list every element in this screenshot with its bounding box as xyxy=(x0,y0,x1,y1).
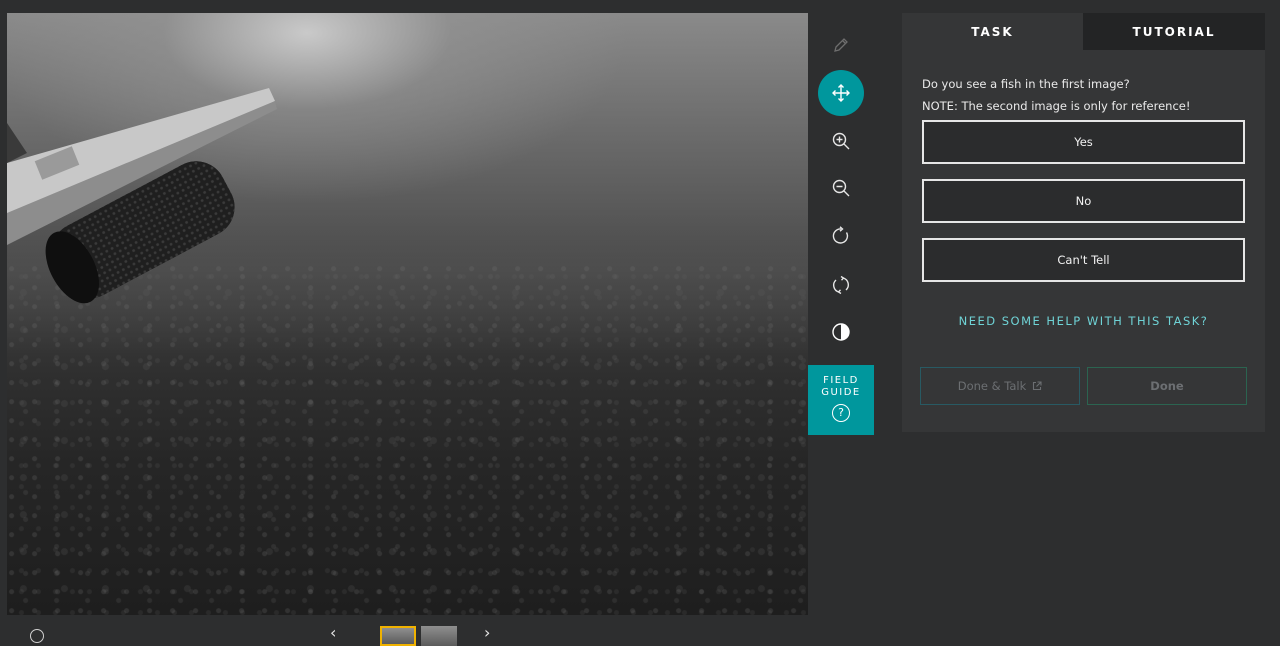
rotate-button[interactable] xyxy=(818,213,864,259)
move-icon xyxy=(832,84,850,102)
question-note: NOTE: The second image is only for refer… xyxy=(922,99,1191,113)
external-link-icon xyxy=(1033,381,1042,391)
subject-image[interactable] xyxy=(7,13,808,615)
answer-yes-button[interactable]: Yes xyxy=(922,120,1245,164)
zoom-in-button[interactable] xyxy=(818,118,864,164)
field-guide-label: FIELD GUIDE xyxy=(821,375,861,398)
answer-cant-tell-button[interactable]: Can't Tell xyxy=(922,238,1245,282)
frame-thumbnail-2[interactable] xyxy=(421,626,457,646)
zoom-out-icon xyxy=(832,179,850,197)
flip-button[interactable] xyxy=(818,262,864,308)
tab-task[interactable]: TASK xyxy=(902,13,1083,50)
answer-no-button[interactable]: No xyxy=(922,179,1245,223)
rotate-icon xyxy=(832,226,849,244)
annotate-button[interactable] xyxy=(818,22,864,68)
help-circle-icon: ? xyxy=(832,404,850,422)
move-button[interactable] xyxy=(818,70,864,116)
flip-icon xyxy=(833,275,849,295)
done-and-talk-button[interactable]: Done & Talk xyxy=(920,367,1080,405)
invert-button[interactable] xyxy=(818,309,864,355)
frame-thumbnail-1[interactable] xyxy=(380,626,416,646)
top-strip xyxy=(0,0,1280,13)
zoom-out-button[interactable] xyxy=(818,165,864,211)
next-frame-button[interactable]: › xyxy=(484,625,490,641)
question-text: Do you see a fish in the first image? xyxy=(922,77,1130,91)
invert-icon xyxy=(832,323,850,341)
prev-frame-button[interactable]: ‹ xyxy=(330,625,336,641)
zoom-in-icon xyxy=(832,132,850,150)
tab-tutorial[interactable]: TUTORIAL xyxy=(1083,13,1265,50)
field-guide-button[interactable]: FIELD GUIDE ? xyxy=(808,365,874,435)
done-and-talk-label: Done & Talk xyxy=(957,379,1027,393)
task-panel: TASK TUTORIAL Do you see a fish in the f… xyxy=(902,13,1265,432)
pencil-icon xyxy=(834,38,848,52)
camera-rig-image xyxy=(7,88,277,304)
task-tabs: TASK TUTORIAL xyxy=(902,13,1265,50)
metadata-icon[interactable] xyxy=(30,629,44,643)
task-help-link[interactable]: NEED SOME HELP WITH THIS TASK? xyxy=(902,314,1265,328)
done-button[interactable]: Done xyxy=(1087,367,1247,405)
subject-viewer[interactable] xyxy=(7,13,808,615)
task-question: Do you see a fish in the first image? NO… xyxy=(922,73,1190,117)
image-toolbar: FIELD GUIDE ? xyxy=(808,13,874,435)
